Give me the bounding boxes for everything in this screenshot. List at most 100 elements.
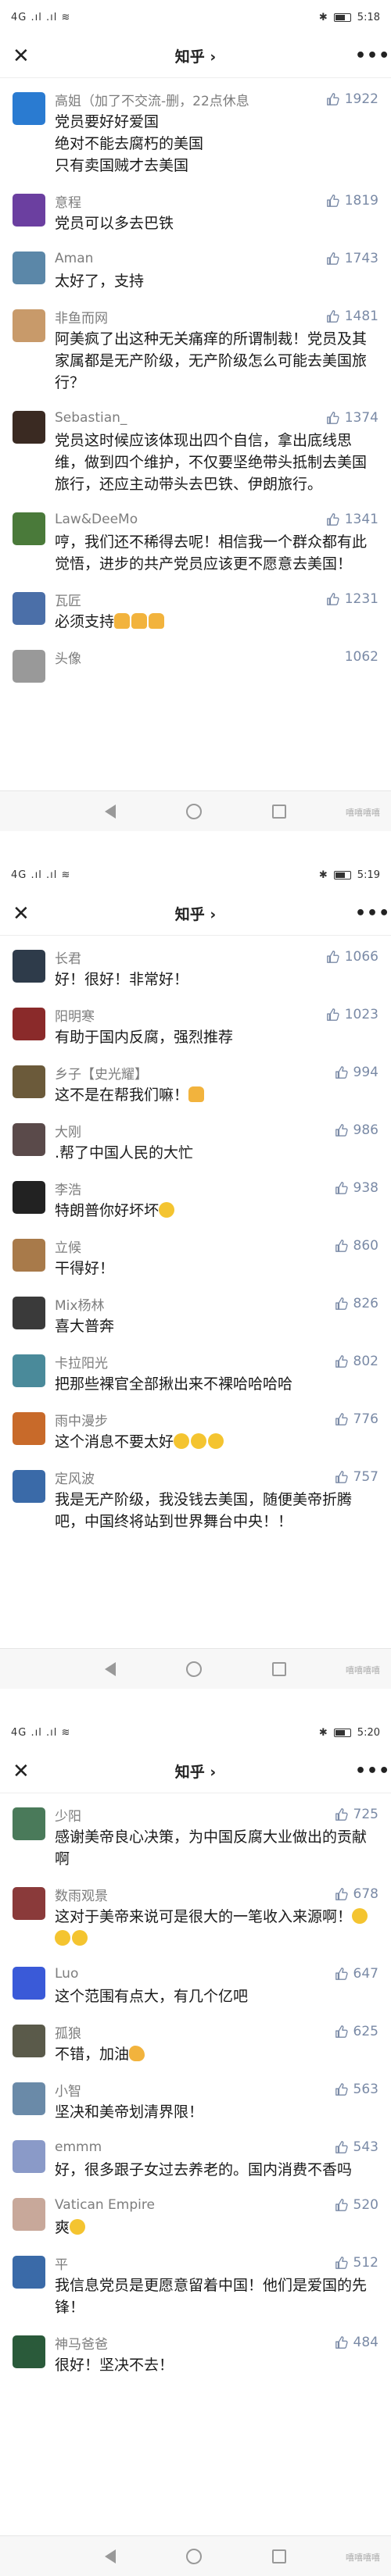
avatar[interactable] <box>13 252 45 284</box>
like-button[interactable]: 484 <box>335 2335 378 2350</box>
comment-item[interactable]: 神马爸爸 484 很好！坚决不去！ <box>0 2324 391 2382</box>
comment-item[interactable]: 意程 1819 党员可以多去巴铁 <box>0 183 391 241</box>
avatar[interactable] <box>13 1239 45 1272</box>
comment-item[interactable]: 大刚 986 .帮了中国人民的大忙 <box>0 1112 391 1170</box>
commenter-name[interactable]: 神马爸爸 <box>55 2333 108 2353</box>
commenter-name[interactable]: 乡子【史光耀】 <box>55 1063 148 1083</box>
like-icon[interactable] <box>335 1297 349 1311</box>
like-button[interactable]: 994 <box>335 1065 378 1080</box>
page-title[interactable]: 知乎 › <box>175 903 216 924</box>
avatar[interactable] <box>13 1887 45 1920</box>
comment-item[interactable]: 瓦匠 1231 必须支持 <box>0 581 391 639</box>
close-button[interactable]: ✕ <box>13 45 36 68</box>
commenter-name[interactable]: Vatican Empire <box>55 2197 155 2213</box>
like-button[interactable]: 512 <box>335 2255 378 2271</box>
comment-item[interactable]: 平 512 我信息党员是更愿意留着中国！他们是爱国的先锋！ <box>0 2245 391 2324</box>
like-button[interactable]: 860 <box>335 1238 378 1254</box>
like-button[interactable]: 1023 <box>326 1007 378 1022</box>
comment-item[interactable]: 李浩 938 特朗普你好坏坏 <box>0 1170 391 1228</box>
avatar[interactable] <box>13 2025 45 2057</box>
avatar[interactable] <box>13 1354 45 1387</box>
avatar[interactable] <box>13 2198 45 2231</box>
like-icon[interactable] <box>326 1008 340 1022</box>
commenter-name[interactable]: 卡拉阳光 <box>55 1352 108 1372</box>
comment-item[interactable]: 阳明寒 1023 有助于国内反腐，强烈推荐 <box>0 997 391 1054</box>
more-menu-button[interactable]: ••• <box>355 1761 389 1781</box>
avatar[interactable] <box>13 1967 45 2000</box>
home-icon[interactable] <box>186 1661 202 1677</box>
commenter-name[interactable]: Sebastian_ <box>55 410 127 426</box>
like-button[interactable]: 986 <box>335 1122 378 1138</box>
like-button[interactable]: 725 <box>335 1807 378 1822</box>
comment-item[interactable]: 数雨观景 678 这对于美帝来说可是很大的一笔收入来源啊！ <box>0 1876 391 1956</box>
avatar[interactable] <box>13 194 45 227</box>
avatar[interactable] <box>13 512 45 545</box>
commenter-name[interactable]: 数雨观景 <box>55 1885 108 1904</box>
recent-apps-icon[interactable] <box>272 1661 286 1676</box>
like-icon[interactable] <box>335 1181 349 1195</box>
commenter-name[interactable]: 头像 <box>55 648 81 667</box>
comment-item[interactable]: 乡子【史光耀】 994 这不是在帮我们嘛！ <box>0 1054 391 1112</box>
commenter-name[interactable]: 瓦匠 <box>55 590 81 609</box>
like-button[interactable]: 757 <box>335 1469 378 1485</box>
avatar[interactable] <box>13 650 45 683</box>
like-button[interactable]: 563 <box>335 2082 378 2097</box>
recent-apps-icon[interactable] <box>272 804 286 819</box>
like-button[interactable]: 1341 <box>326 512 378 527</box>
commenter-name[interactable]: 定风波 <box>55 1468 95 1487</box>
like-icon[interactable] <box>335 1470 349 1484</box>
avatar[interactable] <box>13 950 45 983</box>
like-icon[interactable] <box>335 2335 349 2349</box>
like-button[interactable]: 625 <box>335 2024 378 2039</box>
commenter-name[interactable]: 意程 <box>55 191 81 211</box>
comment-item[interactable]: Mix杨林 826 喜大普奔 <box>0 1286 391 1343</box>
commenter-name[interactable]: 孤狼 <box>55 2022 81 2042</box>
like-icon[interactable] <box>335 2140 349 2154</box>
commenter-name[interactable]: 雨中漫步 <box>55 1410 108 1429</box>
avatar[interactable] <box>13 2335 45 2368</box>
avatar[interactable] <box>13 1123 45 1156</box>
commenter-name[interactable]: Mix杨林 <box>55 1294 104 1314</box>
comment-item[interactable]: 非鱼而网 1481 阿美疯了出这种无关痛痒的所谓制裁！党员及其家属都是无产阶级，无产… <box>0 298 391 400</box>
commenter-name[interactable]: 大刚 <box>55 1121 81 1140</box>
like-button[interactable]: 1231 <box>326 591 378 607</box>
avatar[interactable] <box>13 2082 45 2115</box>
commenter-name[interactable]: 非鱼而网 <box>55 307 108 326</box>
commenter-name[interactable]: emmm <box>55 2139 102 2155</box>
avatar[interactable] <box>13 2256 45 2289</box>
like-button[interactable]: 647 <box>335 1966 378 1982</box>
commenter-name[interactable]: 长君 <box>55 947 81 967</box>
avatar[interactable] <box>13 309 45 342</box>
more-menu-button[interactable]: ••• <box>355 46 389 66</box>
comment-item[interactable]: Vatican Empire 520 爽 <box>0 2187 391 2245</box>
like-button[interactable]: 776 <box>335 1411 378 1427</box>
commenter-name[interactable]: Law&DeeMo <box>55 512 138 527</box>
comment-item[interactable]: Sebastian_ 1374 党员这时候应该体现出四个自信，拿出底线思维，做到四个… <box>0 400 391 501</box>
like-icon[interactable] <box>335 1123 349 1137</box>
comment-item[interactable]: emmm 543 好，很多跟子女过去养老的。国内消费不香吗 <box>0 2129 391 2187</box>
like-icon[interactable] <box>335 1412 349 1426</box>
avatar[interactable] <box>13 1181 45 1214</box>
like-icon[interactable] <box>335 1807 349 1821</box>
like-icon[interactable] <box>335 2256 349 2270</box>
commenter-name[interactable]: 立候 <box>55 1236 81 1256</box>
comment-item[interactable]: 少阳 725 感谢美帝良心决策，为中国反腐大业做出的贡献啊 <box>0 1796 391 1876</box>
commenter-name[interactable]: 李浩 <box>55 1179 81 1198</box>
like-icon[interactable] <box>326 252 340 266</box>
page-title[interactable]: 知乎 › <box>175 45 216 66</box>
commenter-name[interactable]: 阳明寒 <box>55 1005 95 1025</box>
back-icon[interactable] <box>105 804 116 819</box>
like-icon[interactable] <box>326 411 340 425</box>
back-icon[interactable] <box>105 1661 116 1676</box>
like-button[interactable]: 1819 <box>326 193 378 209</box>
avatar[interactable] <box>13 411 45 444</box>
like-icon[interactable] <box>335 1887 349 1901</box>
like-icon[interactable] <box>335 2082 349 2096</box>
like-button[interactable]: 938 <box>335 1180 378 1196</box>
more-menu-button[interactable]: ••• <box>355 904 389 923</box>
like-button[interactable]: 1481 <box>326 309 378 324</box>
back-icon[interactable] <box>105 2549 116 2564</box>
avatar[interactable] <box>13 1470 45 1503</box>
comment-list[interactable]: 高姐（加了不交流-删，22点休息 1922 党员要好好爱国 绝对不能去腐朽的美国 只… <box>0 78 391 694</box>
like-button[interactable]: 1374 <box>326 410 378 426</box>
